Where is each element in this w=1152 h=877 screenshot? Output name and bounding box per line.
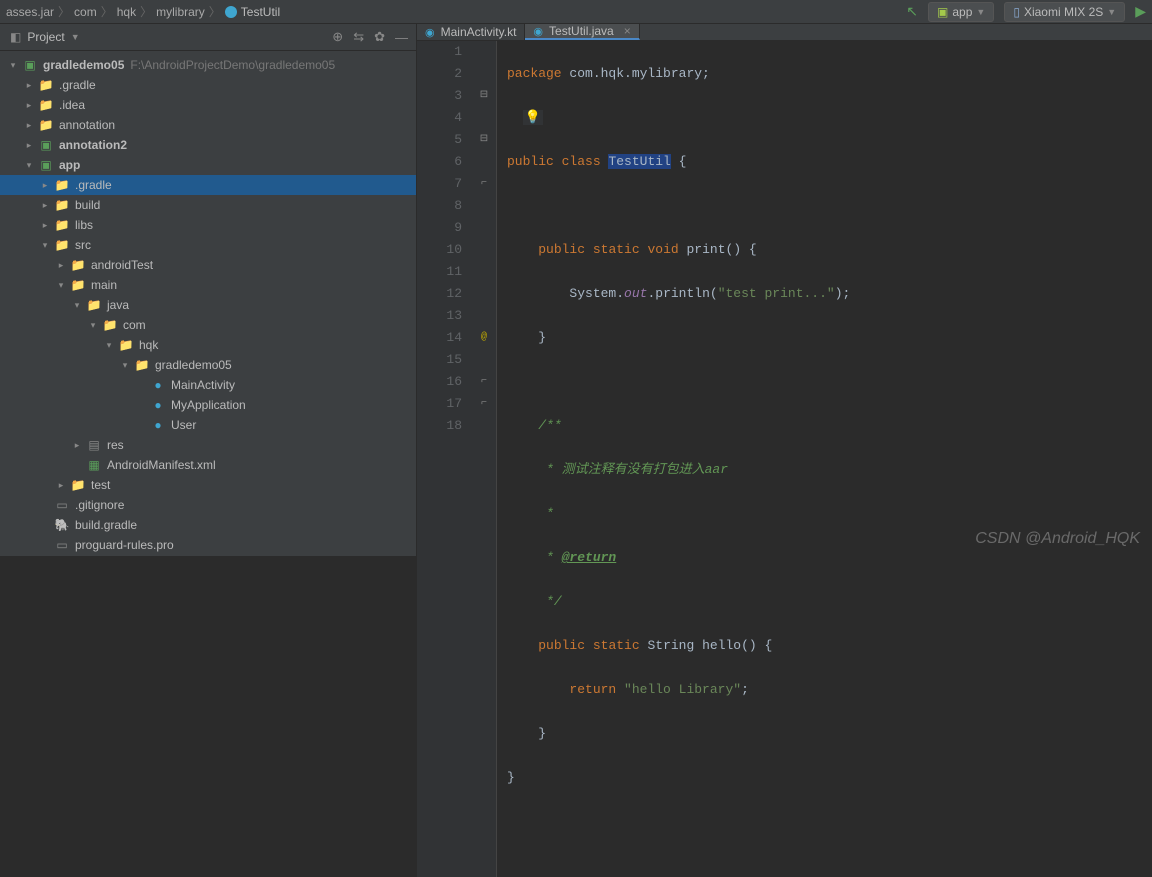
kotlin-file-icon: ◉ <box>425 26 435 39</box>
tree-item[interactable]: ▾▣app <box>0 155 416 175</box>
tab-label: TestUtil.java <box>549 24 614 38</box>
editor-tab[interactable]: ◉ MainActivity.kt <box>417 24 525 40</box>
tree-item[interactable]: ▾📁com <box>0 315 416 335</box>
hide-icon[interactable]: — <box>395 30 408 45</box>
project-panel-header: ◧ Project ▼ ⊕ ⇆ ✿ — <box>0 24 416 51</box>
bulb-icon[interactable]: 💡 <box>523 110 543 125</box>
close-icon[interactable]: × <box>624 24 631 38</box>
tree-item[interactable]: ▭.gitignore <box>0 495 416 515</box>
gear-icon[interactable]: ✿ <box>374 29 385 45</box>
tree-item[interactable]: ▾📁main <box>0 275 416 295</box>
chevron-right-icon: 〉 <box>58 3 70 20</box>
tree-item[interactable]: 🐘build.gradle <box>0 515 416 535</box>
project-tree[interactable]: ▾▣gradledemo05F:\AndroidProjectDemo\grad… <box>0 51 416 556</box>
project-sidebar: ◧ Project ▼ ⊕ ⇆ ✿ — ▾▣gradledemo05F:\And… <box>0 24 417 556</box>
chevron-right-icon: 〉 <box>140 3 152 20</box>
panel-title[interactable]: Project <box>27 30 64 44</box>
tree-item[interactable]: ▸📁test <box>0 475 416 495</box>
crumb[interactable]: mylibrary <box>156 5 205 19</box>
tree-item[interactable]: ▾📁gradledemo05 <box>0 355 416 375</box>
class-icon <box>225 6 237 18</box>
tree-item[interactable]: ▾📁src <box>0 235 416 255</box>
tree-item[interactable]: ▸📁.gradle <box>0 175 416 195</box>
code-editor[interactable]: 123456789101112131415161718 ⊟⊟⌐@⌐⌐ packa… <box>417 41 1152 877</box>
tree-item[interactable]: ▸📁build <box>0 195 416 215</box>
chevron-right-icon: 〉 <box>101 3 113 20</box>
collapse-icon[interactable]: ⇆ <box>353 29 364 45</box>
tree-item[interactable]: ▸📁libs <box>0 215 416 235</box>
editor-tab-active[interactable]: ◉ TestUtil.java × <box>525 24 639 40</box>
android-icon: ▣ <box>937 5 948 19</box>
crumb[interactable]: asses.jar <box>6 5 54 19</box>
navigation-bar: asses.jar 〉 com 〉 hqk 〉 mylibrary 〉 Test… <box>0 0 1152 24</box>
tree-item[interactable]: ▾📁hqk <box>0 335 416 355</box>
tree-item[interactable]: ▸📁androidTest <box>0 255 416 275</box>
crumb[interactable]: com <box>74 5 97 19</box>
build-icon[interactable]: ↖ <box>906 3 918 20</box>
run-config-selector[interactable]: ▣ app ▼ <box>928 2 994 22</box>
chevron-down-icon: ▼ <box>976 7 985 17</box>
tree-item[interactable]: ▾📁java <box>0 295 416 315</box>
tree-item[interactable]: ●MainActivity <box>0 375 416 395</box>
device-selector[interactable]: ▯ Xiaomi MIX 2S ▼ <box>1004 2 1125 22</box>
tree-item[interactable]: ▭proguard-rules.pro <box>0 535 416 555</box>
crumb[interactable]: hqk <box>117 5 136 19</box>
tree-item[interactable]: ▸📁.gradle <box>0 75 416 95</box>
toolbar-right: ↖ ▣ app ▼ ▯ Xiaomi MIX 2S ▼ ▶ <box>906 2 1146 22</box>
tree-item[interactable]: ●MyApplication <box>0 395 416 415</box>
tree-item[interactable]: ●User <box>0 415 416 435</box>
chevron-right-icon: 〉 <box>209 3 221 20</box>
run-icon[interactable]: ▶ <box>1135 3 1146 20</box>
tree-item[interactable]: ▸▤res <box>0 435 416 455</box>
target-icon[interactable]: ⊕ <box>332 29 343 45</box>
view-icon: ◧ <box>10 30 21 44</box>
java-file-icon: ◉ <box>533 25 543 38</box>
editor-tabs: ◉ MainActivity.kt ◉ TestUtil.java × <box>417 24 1152 41</box>
tree-root[interactable]: ▾▣gradledemo05F:\AndroidProjectDemo\grad… <box>0 55 416 75</box>
tree-item[interactable]: ▸▣annotation2 <box>0 135 416 155</box>
code-content[interactable]: package com.hqk.mylibrary; 💡 public clas… <box>497 41 1152 877</box>
tree-item[interactable]: ▦AndroidManifest.xml <box>0 455 416 475</box>
chevron-down-icon[interactable]: ▼ <box>71 32 80 42</box>
phone-icon: ▯ <box>1013 5 1020 19</box>
tree-item[interactable]: ▸📁.idea <box>0 95 416 115</box>
device-label: Xiaomi MIX 2S <box>1024 5 1103 19</box>
chevron-down-icon: ▼ <box>1107 7 1116 17</box>
tree-item[interactable]: ▸📁annotation <box>0 115 416 135</box>
breadcrumbs: asses.jar 〉 com 〉 hqk 〉 mylibrary 〉 Test… <box>6 3 280 20</box>
line-numbers: 123456789101112131415161718 <box>417 41 472 877</box>
fold-column[interactable]: ⊟⊟⌐@⌐⌐ <box>472 41 497 877</box>
config-label: app <box>952 5 972 19</box>
crumb-active[interactable]: TestUtil <box>225 5 280 19</box>
tab-label: MainActivity.kt <box>441 25 517 39</box>
